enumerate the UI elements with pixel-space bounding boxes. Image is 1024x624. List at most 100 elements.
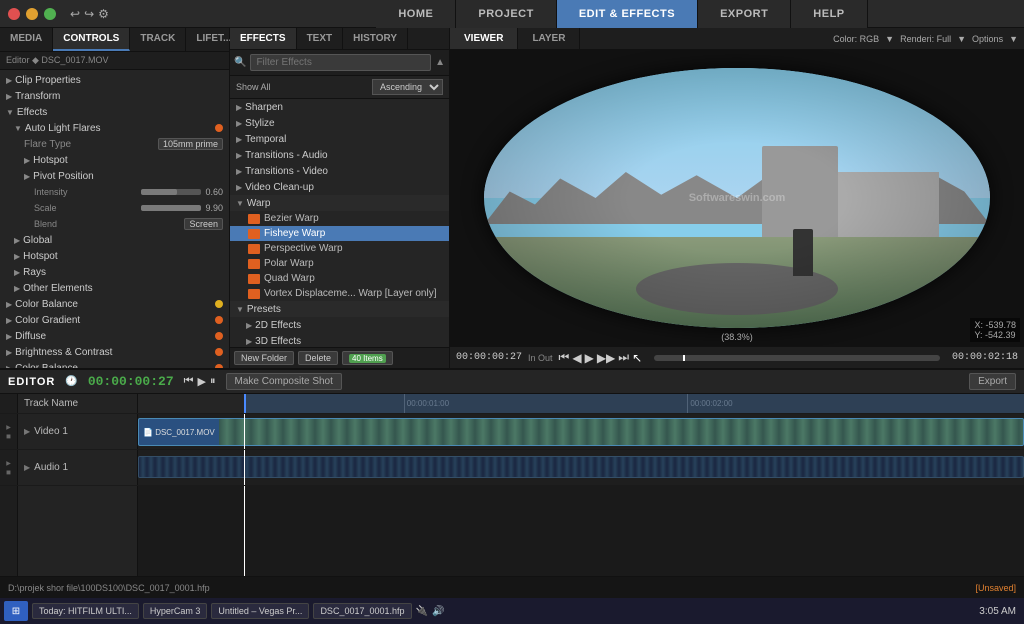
tab-home[interactable]: HOME	[376, 0, 456, 28]
prop-auto-light-flares[interactable]: ▼ Auto Light Flares	[0, 120, 229, 136]
prop-rays[interactable]: ▶ Rays	[0, 264, 229, 280]
category-presets[interactable]: ▼ Presets	[230, 301, 449, 317]
prop-transform[interactable]: ▶ Transform	[0, 88, 229, 104]
close-btn[interactable]	[8, 8, 20, 20]
options-btn[interactable]: Options	[972, 34, 1003, 44]
chevron-icon[interactable]: ▼	[1009, 34, 1018, 44]
expand-icon: ▶	[6, 300, 12, 309]
prop-color-gradient[interactable]: ▶ Color Gradient	[0, 312, 229, 328]
next-frame-btn[interactable]: ▶▶	[597, 351, 615, 365]
effect-perspective-warp[interactable]: Perspective Warp	[230, 241, 449, 256]
transport-play-icon[interactable]: ▶	[198, 375, 206, 388]
prop-color-balance2[interactable]: ▶ Color Balance	[0, 360, 229, 368]
minimize-btn[interactable]	[26, 8, 38, 20]
effect-vortex[interactable]: Vortex Displaceme... Warp [Layer only]	[230, 286, 449, 301]
expand-icon[interactable]: ▶	[24, 463, 30, 472]
taskbar-item-vegas[interactable]: Untitled – Vegas Pr...	[211, 603, 309, 619]
tab-history[interactable]: HISTORY	[343, 28, 408, 49]
tab-viewer[interactable]: VIEWER	[450, 28, 518, 49]
taskbar-item-hitfilm[interactable]: Today: HITFILM ULTI...	[32, 603, 139, 619]
prop-other-elements[interactable]: ▶ Other Elements	[0, 280, 229, 296]
playhead	[244, 450, 245, 485]
category-warp[interactable]: ▼ Warp	[230, 195, 449, 211]
track-control-icon[interactable]: ▶	[6, 424, 11, 431]
track-control-icon[interactable]: ▶	[6, 460, 11, 467]
track-control-icon[interactable]: ◼	[6, 433, 11, 440]
prop-brightness-contrast[interactable]: ▶ Brightness & Contrast	[0, 344, 229, 360]
new-folder-button[interactable]: New Folder	[234, 351, 294, 365]
tab-layer[interactable]: LAYER	[518, 28, 580, 49]
video1-content[interactable]: 📄 DSC_0017.MOV	[138, 414, 1024, 449]
category-transitions-audio[interactable]: ▶ Transitions - Audio	[230, 147, 449, 163]
prev-frame-btn[interactable]: ◀	[572, 351, 581, 365]
intensity-bar[interactable]	[141, 189, 201, 195]
prop-diffuse[interactable]: ▶ Diffuse	[0, 328, 229, 344]
network-icon[interactable]: 🔌	[416, 606, 428, 617]
effect-quad-warp[interactable]: Quad Warp	[230, 271, 449, 286]
transport-rewind-icon[interactable]: ⏮	[184, 375, 194, 388]
flare-type-value[interactable]: 105mm prime	[158, 138, 223, 150]
prop-hotspot[interactable]: ▶ Hotspot	[0, 152, 229, 168]
category-video-cleanup[interactable]: ▶ Video Clean-up	[230, 179, 449, 195]
prop-intensity: Intensity 0.60	[0, 184, 229, 200]
timeline-selection[interactable]	[244, 394, 1024, 413]
effects-search-input[interactable]	[250, 54, 431, 71]
tab-edit[interactable]: EDIT & EFFECTS	[557, 0, 698, 28]
left-panel: MEDIA CONTROLS TRACK LIFET... Editor ◆ D…	[0, 28, 230, 368]
category-stylize[interactable]: ▶ Stylize	[230, 115, 449, 131]
track-control-icon[interactable]: ◼	[6, 469, 11, 476]
expand-icon: ▶	[14, 268, 20, 277]
transport-stop-icon[interactable]: ⏸	[210, 375, 216, 388]
prop-pivot-position[interactable]: ▶ Pivot Position	[0, 168, 229, 184]
prop-hotspot2[interactable]: ▶ Hotspot	[0, 248, 229, 264]
tab-export[interactable]: EXPORT	[698, 0, 791, 28]
category-3d-effects[interactable]: ▶ 3D Effects	[230, 333, 449, 347]
maximize-btn[interactable]	[44, 8, 56, 20]
add-items-button[interactable]: 40 Items	[342, 351, 393, 365]
audio-clip[interactable]	[138, 456, 1024, 478]
chevron-icon[interactable]: ▼	[885, 34, 894, 44]
tab-effects[interactable]: EFFECTS	[230, 28, 297, 49]
tab-text[interactable]: TEXT	[297, 28, 344, 49]
audio1-content[interactable]	[138, 450, 1024, 485]
volume-icon[interactable]: 🔊	[432, 606, 444, 617]
effect-polar-warp[interactable]: Polar Warp	[230, 256, 449, 271]
taskbar-item-hypercam[interactable]: HyperCam 3	[143, 603, 208, 619]
end-btn[interactable]: ⏭	[618, 350, 629, 365]
undo-icon[interactable]: ↩	[70, 7, 80, 21]
file-path: D:\projek shor file\100DS100\DSC_0017_00…	[8, 583, 967, 593]
taskbar-item-dsc[interactable]: DSC_0017_0001.hfp	[313, 603, 411, 619]
prop-effects[interactable]: ▼ Effects	[0, 104, 229, 120]
chevron-icon[interactable]: ▼	[957, 34, 966, 44]
expand-icon[interactable]: ▶	[24, 427, 30, 436]
play-controls: ⏮ ◀ ▶ ▶▶ ⏭ ↖	[559, 350, 643, 365]
expand-icon: ▼	[236, 199, 244, 208]
category-transitions-video[interactable]: ▶ Transitions - Video	[230, 163, 449, 179]
effect-fisheye-warp[interactable]: Fisheye Warp	[230, 226, 449, 241]
delete-button[interactable]: Delete	[298, 351, 338, 365]
sort-dropdown[interactable]: Ascending	[372, 79, 443, 95]
effect-bezier-warp[interactable]: Bezier Warp	[230, 211, 449, 226]
settings-icon[interactable]: ⚙	[98, 7, 109, 21]
tab-project[interactable]: PROJECT	[456, 0, 556, 28]
prop-clip-properties[interactable]: ▶ Clip Properties	[0, 72, 229, 88]
timeline-scrubber[interactable]	[654, 355, 940, 361]
start-button[interactable]: ⊞	[4, 601, 28, 621]
category-sharpen[interactable]: ▶ Sharpen	[230, 99, 449, 115]
tab-controls[interactable]: CONTROLS	[53, 28, 130, 51]
category-temporal[interactable]: ▶ Temporal	[230, 131, 449, 147]
prop-color-balance[interactable]: ▶ Color Balance	[0, 296, 229, 312]
redo-icon[interactable]: ↪	[84, 7, 94, 21]
blend-value[interactable]: Screen	[184, 218, 223, 230]
composite-button[interactable]: Make Composite Shot	[226, 373, 342, 390]
tab-media[interactable]: MEDIA	[0, 28, 53, 51]
play-pause-btn[interactable]: ▶	[585, 351, 594, 365]
category-2d-effects[interactable]: ▶ 2D Effects	[230, 317, 449, 333]
rewind-btn[interactable]: ⏮	[559, 350, 570, 365]
tab-track[interactable]: TRACK	[130, 28, 186, 51]
scale-bar[interactable]	[141, 205, 201, 211]
video-clip[interactable]: 📄 DSC_0017.MOV	[138, 418, 1024, 446]
prop-global[interactable]: ▶ Global	[0, 232, 229, 248]
export-button[interactable]: Export	[969, 373, 1016, 390]
tab-help[interactable]: HELP	[791, 0, 867, 28]
